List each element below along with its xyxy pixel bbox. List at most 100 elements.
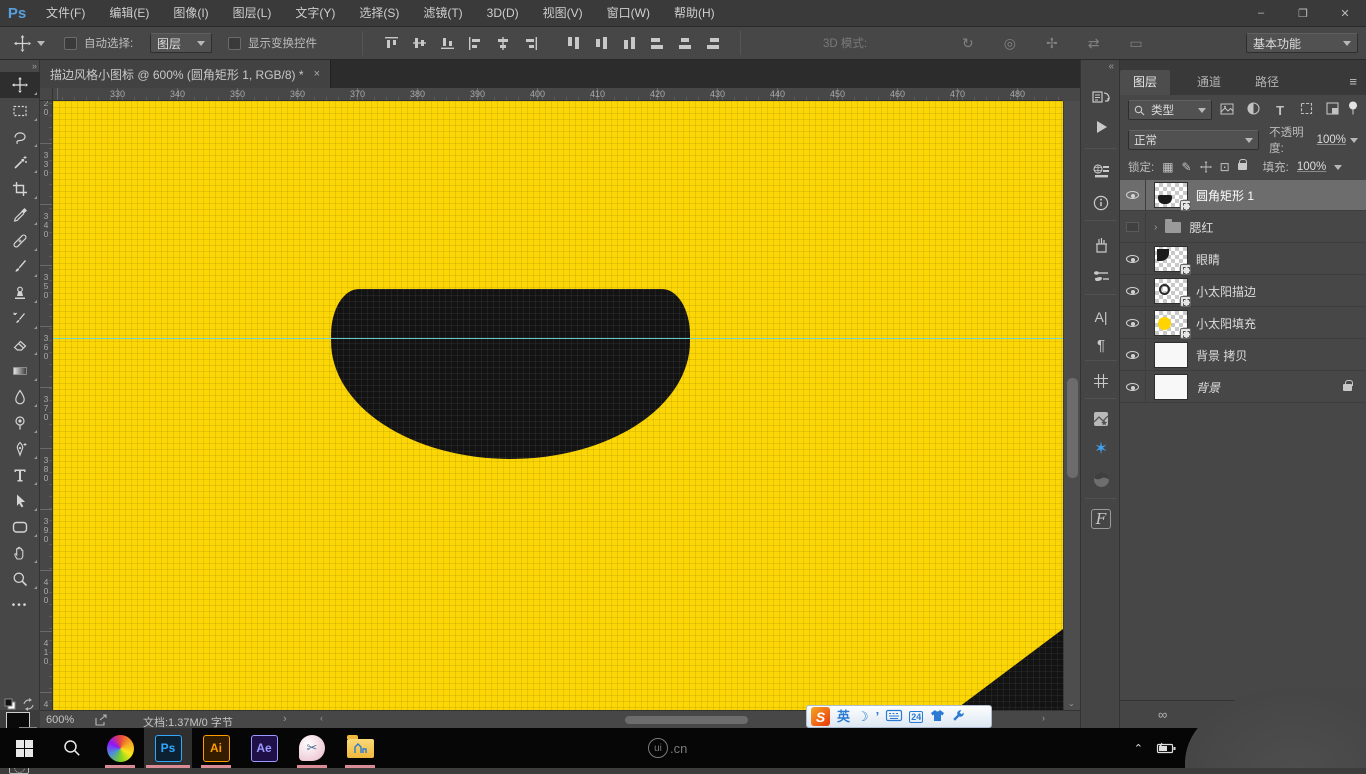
align-left-icon[interactable] <box>462 31 488 55</box>
auto-select-target-dropdown[interactable]: 图层 <box>150 27 212 59</box>
hand-tool[interactable] <box>0 540 40 566</box>
layer-thumbnail[interactable] <box>1154 310 1188 336</box>
vertical-scrollbar[interactable]: ⌄ <box>1063 101 1080 710</box>
auto-select-checkbox[interactable] <box>64 37 77 50</box>
distribute-top-icon[interactable] <box>560 31 586 55</box>
tab-paths[interactable]: 路径 <box>1242 70 1292 95</box>
align-bottom-icon[interactable] <box>434 31 460 55</box>
ime-skin-shirt-icon[interactable] <box>930 709 945 725</box>
input-method-toolbar[interactable]: S 英 ☽ ’ 24 <box>806 705 992 728</box>
visibility-toggle[interactable] <box>1120 276 1146 307</box>
layer-row-background[interactable]: 背景 <box>1120 372 1366 403</box>
actions-panel-icon[interactable] <box>1081 114 1121 140</box>
black-corner-shape[interactable] <box>955 629 1063 710</box>
layer-thumbnail[interactable] <box>1154 342 1188 368</box>
pen-tool[interactable] <box>0 436 40 462</box>
lock-position-icon[interactable] <box>1200 161 1212 173</box>
blur-tool[interactable] <box>0 384 40 410</box>
visibility-toggle[interactable] <box>1120 180 1146 211</box>
rounded-rect-shape-tool[interactable] <box>0 514 40 540</box>
swap-colors-icon[interactable] <box>22 698 35 711</box>
layer-row-sun-stroke[interactable]: 小太阳描边 <box>1120 276 1366 307</box>
restore-button[interactable]: ❐ <box>1282 0 1324 27</box>
font-f-panel-icon[interactable]: F <box>1081 506 1121 532</box>
opacity-value[interactable]: 100% <box>1317 134 1346 146</box>
ime-fullwidth-moon-icon[interactable]: ☽ <box>857 706 869 727</box>
ime-language-toggle[interactable]: 英 <box>837 706 850 727</box>
move-tool[interactable] <box>0 72 40 98</box>
menu-window[interactable]: 窗口(W) <box>595 0 662 27</box>
align-right-icon[interactable] <box>518 31 544 55</box>
lock-transparent-pixels-icon[interactable]: ▦ <box>1162 160 1173 174</box>
filter-shape-layers-icon[interactable] <box>1295 102 1317 118</box>
taskbar-snipping-app[interactable]: ✂ <box>288 728 336 768</box>
horizontal-ruler[interactable]: 330 340 350 360 370 380 390 400 410 420 … <box>53 88 1063 101</box>
tab-layers[interactable]: 图层 <box>1120 70 1170 95</box>
vertical-ruler[interactable]: 320 330 340 350 360 370 380 390 400 410 … <box>40 101 53 710</box>
document-canvas[interactable] <box>53 101 1063 710</box>
menu-file[interactable]: 文件(F) <box>34 0 97 27</box>
brush-tool[interactable] <box>0 254 40 280</box>
tool-preset-picker[interactable] <box>14 27 45 59</box>
3d-scale-icon[interactable]: ▭ <box>1129 35 1142 52</box>
layer-row-rounded-rect[interactable]: 圆角矩形 1 <box>1120 180 1366 211</box>
paragraph-panel-icon[interactable]: ¶ <box>1081 332 1121 358</box>
layer-thumbnail[interactable] <box>1154 246 1188 272</box>
taskbar-illustrator-app[interactable]: Ai <box>192 728 240 768</box>
sogou-logo-icon[interactable]: S <box>811 707 830 726</box>
lock-all-icon[interactable] <box>1238 163 1247 170</box>
spot-healing-tool[interactable] <box>0 228 40 254</box>
taskbar-photoshop-app[interactable]: Ps <box>144 728 192 768</box>
layer-name[interactable]: 腮红 <box>1189 219 1213 236</box>
visibility-toggle[interactable] <box>1120 340 1146 371</box>
history-panel-icon[interactable] <box>1081 84 1121 110</box>
expand-toolbar-chevrons-icon[interactable]: » <box>0 60 39 72</box>
menu-select[interactable]: 选择(S) <box>347 0 411 27</box>
scrollbar-thumb[interactable] <box>1067 378 1078 478</box>
clone-stamp-tool[interactable] <box>0 280 40 306</box>
camera-raw-icon[interactable] <box>1081 466 1121 492</box>
filter-type-layers-icon[interactable]: T <box>1269 103 1291 118</box>
filter-type-dropdown[interactable]: 类型 <box>1128 100 1212 120</box>
menu-filter[interactable]: 滤镜(T) <box>411 0 474 27</box>
path-select-tool[interactable] <box>0 488 40 514</box>
battery-icon[interactable] <box>1157 743 1176 754</box>
type-tool[interactable] <box>0 462 40 488</box>
collapse-dock-chevrons-icon[interactable]: « <box>1108 61 1114 72</box>
document-tab[interactable]: 描边风格小图标 @ 600% (圆角矩形 1, RGB/8) * × <box>40 60 331 88</box>
workspace-switcher[interactable]: 基本功能 <box>1246 27 1358 59</box>
crop-tool[interactable] <box>0 176 40 202</box>
tab-channels[interactable]: 通道 <box>1184 70 1234 95</box>
layer-name[interactable]: 背景 拷贝 <box>1196 347 1247 364</box>
chevron-down-icon[interactable] <box>1334 165 1342 174</box>
distribute-left-icon[interactable] <box>644 31 670 55</box>
ruler-origin-corner[interactable] <box>40 88 53 101</box>
lasso-tool[interactable] <box>0 124 40 150</box>
align-hcenter-icon[interactable] <box>490 31 516 55</box>
chevron-down-icon[interactable] <box>1350 138 1358 147</box>
3d-pan-icon[interactable]: ✢ <box>1046 35 1058 52</box>
quick-select-tool[interactable] <box>0 150 40 176</box>
group-expand-chevron-icon[interactable]: › <box>1154 222 1157 233</box>
taskbar-photos-app[interactable] <box>96 728 144 768</box>
gradient-tool[interactable] <box>0 358 40 384</box>
brush-settings-panel-icon[interactable] <box>1081 262 1121 288</box>
eraser-tool[interactable] <box>0 332 40 358</box>
layer-name[interactable]: 小太阳填充 <box>1196 315 1256 332</box>
layer-row-background-copy[interactable]: 背景 拷贝 <box>1120 340 1366 371</box>
taskbar-file-explorer[interactable] <box>336 728 384 768</box>
dodge-tool[interactable] <box>0 410 40 436</box>
menu-type[interactable]: 文字(Y) <box>283 0 347 27</box>
menu-edit[interactable]: 编辑(E) <box>97 0 161 27</box>
panel-menu-icon[interactable]: ≡ <box>1349 74 1358 89</box>
menu-view[interactable]: 视图(V) <box>531 0 595 27</box>
scroll-right-arrow-icon[interactable]: › <box>1042 713 1045 723</box>
menu-layer[interactable]: 图层(L) <box>221 0 284 27</box>
close-tab-icon[interactable]: × <box>314 68 320 80</box>
ime-punctuation-icon[interactable]: ’ <box>876 706 880 727</box>
filter-toggle-switch[interactable] <box>1348 101 1358 119</box>
layer-thumbnail[interactable] <box>1154 374 1188 400</box>
layer-name[interactable]: 圆角矩形 1 <box>1196 187 1254 204</box>
3d-slide-icon[interactable]: ⇄ <box>1088 35 1100 52</box>
filter-adjustment-layers-icon[interactable] <box>1243 102 1265 118</box>
